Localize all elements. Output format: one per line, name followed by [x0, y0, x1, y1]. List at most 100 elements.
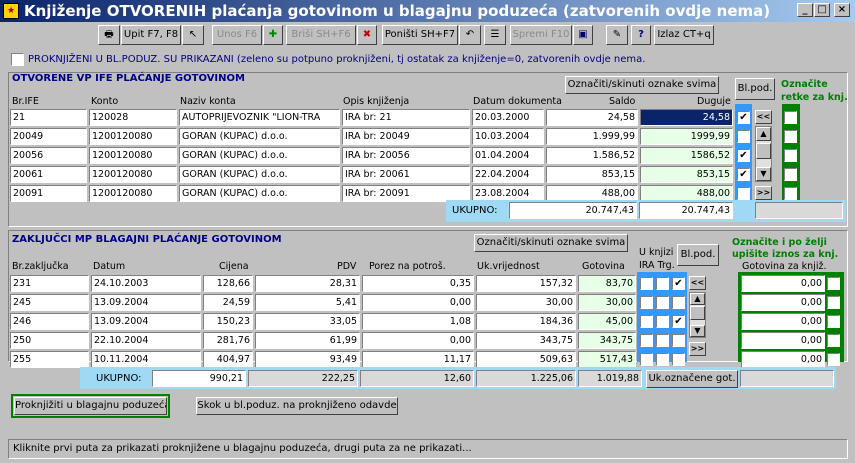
- section2-cell-cijena[interactable]: 404,97: [203, 351, 253, 368]
- section1-row-checkbox[interactable]: ✔: [737, 168, 750, 181]
- section2-cell-cijena[interactable]: 128,66: [203, 275, 253, 292]
- section2-cell-datum[interactable]: 22.10.2004: [91, 332, 201, 349]
- section1-cell-saldo[interactable]: 1.999,99: [546, 128, 638, 145]
- section2-cell-porez[interactable]: 11,17: [362, 351, 474, 368]
- section1-cell-naziv[interactable]: GORAN (KUPAC) d.o.o.: [179, 147, 340, 164]
- section1-cell-br[interactable]: 20061: [10, 166, 87, 183]
- section1-cell-konto[interactable]: 1200120080: [89, 147, 177, 164]
- scroll-down-arrow-icon[interactable]: ▼: [756, 167, 771, 181]
- print-button[interactable]: 🖶: [98, 25, 120, 45]
- section1-mark-checkbox[interactable]: [784, 111, 797, 124]
- section2-mark-checkbox[interactable]: [827, 334, 840, 347]
- section2-cell-pdv[interactable]: 33,05: [255, 313, 360, 330]
- section2-ira-checkbox[interactable]: [656, 296, 669, 309]
- section1-mark-checkbox[interactable]: [784, 130, 797, 143]
- ponisti-button[interactable]: Poništi SH+F7: [382, 25, 458, 45]
- section2-cell-br[interactable]: 231: [10, 275, 89, 292]
- section2-trg-checkbox[interactable]: [672, 296, 685, 309]
- section1-blpod-button[interactable]: Bl.pod.: [735, 78, 775, 100]
- section1-cell-konto[interactable]: 1200120080: [89, 166, 177, 183]
- section2-cell-got[interactable]: 83,70: [578, 275, 636, 292]
- section2-mark-checkbox[interactable]: [827, 353, 840, 366]
- section1-cell-br[interactable]: 20091: [10, 185, 87, 202]
- section2-cell-uk[interactable]: 157,32: [476, 275, 576, 292]
- section2-trg-checkbox[interactable]: [672, 353, 685, 366]
- help-button[interactable]: ?: [631, 25, 651, 45]
- insert-icon-button[interactable]: ✚: [263, 25, 283, 45]
- section2-cell-cijena[interactable]: 24,59: [203, 294, 253, 311]
- section2-cell-gotk[interactable]: 0,00: [741, 332, 825, 349]
- section2-cell-datum[interactable]: 24.10.2003: [91, 275, 201, 292]
- section1-cell-opis[interactable]: IRA br: 20056: [342, 147, 470, 164]
- section1-row-checkbox[interactable]: ✔: [737, 149, 750, 162]
- section2-trg-checkbox[interactable]: [672, 334, 685, 347]
- section2-cell-uk[interactable]: 184,36: [476, 313, 576, 330]
- section2-cell-got[interactable]: 517,43: [578, 351, 636, 368]
- section1-cell-br[interactable]: 20056: [10, 147, 87, 164]
- section2-cell-pdv[interactable]: 93,49: [255, 351, 360, 368]
- section1-cell-konto[interactable]: 1200120080: [89, 185, 177, 202]
- minimize-button[interactable]: _: [797, 3, 813, 17]
- section2-cell-porez[interactable]: 1,08: [362, 313, 474, 330]
- section2-cell-porez[interactable]: 0,35: [362, 275, 474, 292]
- section2-cell-cijena[interactable]: 150,23: [203, 313, 253, 330]
- section1-cell-naziv[interactable]: GORAN (KUPAC) d.o.o.: [179, 128, 340, 145]
- query-icon-button[interactable]: ↖: [182, 25, 204, 45]
- section2-scrollbar[interactable]: ▲ ▼: [689, 292, 706, 338]
- section2-trg-checkbox[interactable]: ✔: [672, 315, 685, 328]
- wand-icon-button[interactable]: ✎: [606, 25, 628, 45]
- section2-ira-checkbox[interactable]: [656, 353, 669, 366]
- section2-cell-uk[interactable]: 343,75: [476, 332, 576, 349]
- section2-knjizi-checkbox[interactable]: [640, 315, 653, 328]
- edit-icon-button[interactable]: ☰: [484, 25, 506, 45]
- section2-cell-pdv[interactable]: 28,31: [255, 275, 360, 292]
- section2-cell-gotk[interactable]: 0,00: [741, 313, 825, 330]
- section2-blpod-button[interactable]: Bl.pod.: [677, 244, 719, 266]
- skok-button[interactable]: Skok u bl.poduz. na proknjiženo odavde: [196, 397, 398, 415]
- section1-cell-duguje[interactable]: 853,15: [640, 166, 733, 183]
- section2-cell-porez[interactable]: 0,00: [362, 332, 474, 349]
- brisi-button[interactable]: Briši SH+F6: [286, 25, 356, 45]
- section2-cell-gotk[interactable]: 0,00: [741, 351, 825, 368]
- section2-cell-datum[interactable]: 13.09.2004: [91, 313, 201, 330]
- section1-first-button[interactable]: <<: [755, 110, 772, 124]
- section1-cell-datum[interactable]: 22.04.2004: [472, 166, 544, 183]
- section1-cell-br[interactable]: 20049: [10, 128, 87, 145]
- section2-cell-pdv[interactable]: 61,99: [255, 332, 360, 349]
- section2-cell-porez[interactable]: 0,00: [362, 294, 474, 311]
- section1-cell-saldo[interactable]: 853,15: [546, 166, 638, 183]
- section2-cell-datum[interactable]: 13.09.2004: [91, 294, 201, 311]
- section1-scrollbar[interactable]: ▲ ▼: [755, 126, 772, 182]
- section1-cell-duguje[interactable]: 1586,52: [640, 147, 733, 164]
- section2-cell-got[interactable]: 343,75: [578, 332, 636, 349]
- section1-toggle-all-button[interactable]: Označiti/skinuti oznake svima: [565, 76, 719, 94]
- unos-button[interactable]: Unos F6: [212, 25, 262, 45]
- section2-cell-gotk[interactable]: 0,00: [741, 275, 825, 292]
- section1-cell-konto[interactable]: 1200120080: [89, 128, 177, 145]
- section2-mark-checkbox[interactable]: [827, 315, 840, 328]
- section2-knjizi-checkbox[interactable]: [640, 277, 653, 290]
- section1-cell-opis[interactable]: IRA br: 21: [342, 109, 470, 126]
- uk-oznacene-got-button[interactable]: Uk.označene got.: [646, 370, 738, 388]
- section2-cell-pdv[interactable]: 5,41: [255, 294, 360, 311]
- section2-ira-checkbox[interactable]: [656, 277, 669, 290]
- section1-last-button[interactable]: >>: [755, 186, 772, 200]
- undo-icon-button[interactable]: ↶: [459, 25, 481, 45]
- section1-cell-datum[interactable]: 10.03.2004: [472, 128, 544, 145]
- scroll-thumb[interactable]: [690, 306, 705, 320]
- section1-cell-konto[interactable]: 120028: [89, 109, 177, 126]
- section1-cell-naziv[interactable]: AUTOPRIJEVOZNIK "LION-TRA: [179, 109, 340, 126]
- section1-cell-duguje[interactable]: 1999,99: [640, 128, 733, 145]
- section1-row-checkbox[interactable]: [737, 130, 750, 143]
- section2-cell-cijena[interactable]: 281,76: [203, 332, 253, 349]
- section2-cell-got[interactable]: 30,00: [578, 294, 636, 311]
- section2-mark-checkbox[interactable]: [827, 296, 840, 309]
- delete-icon-button[interactable]: ✖: [357, 25, 377, 45]
- section1-cell-opis[interactable]: IRA br: 20049: [342, 128, 470, 145]
- section1-cell-datum[interactable]: 01.04.2004: [472, 147, 544, 164]
- section2-ira-checkbox[interactable]: [656, 334, 669, 347]
- upit-button[interactable]: Upit F7, F8: [121, 25, 181, 45]
- section2-cell-br[interactable]: 245: [10, 294, 89, 311]
- scroll-up-arrow-icon[interactable]: ▲: [756, 127, 771, 141]
- section2-trg-checkbox[interactable]: ✔: [672, 277, 685, 290]
